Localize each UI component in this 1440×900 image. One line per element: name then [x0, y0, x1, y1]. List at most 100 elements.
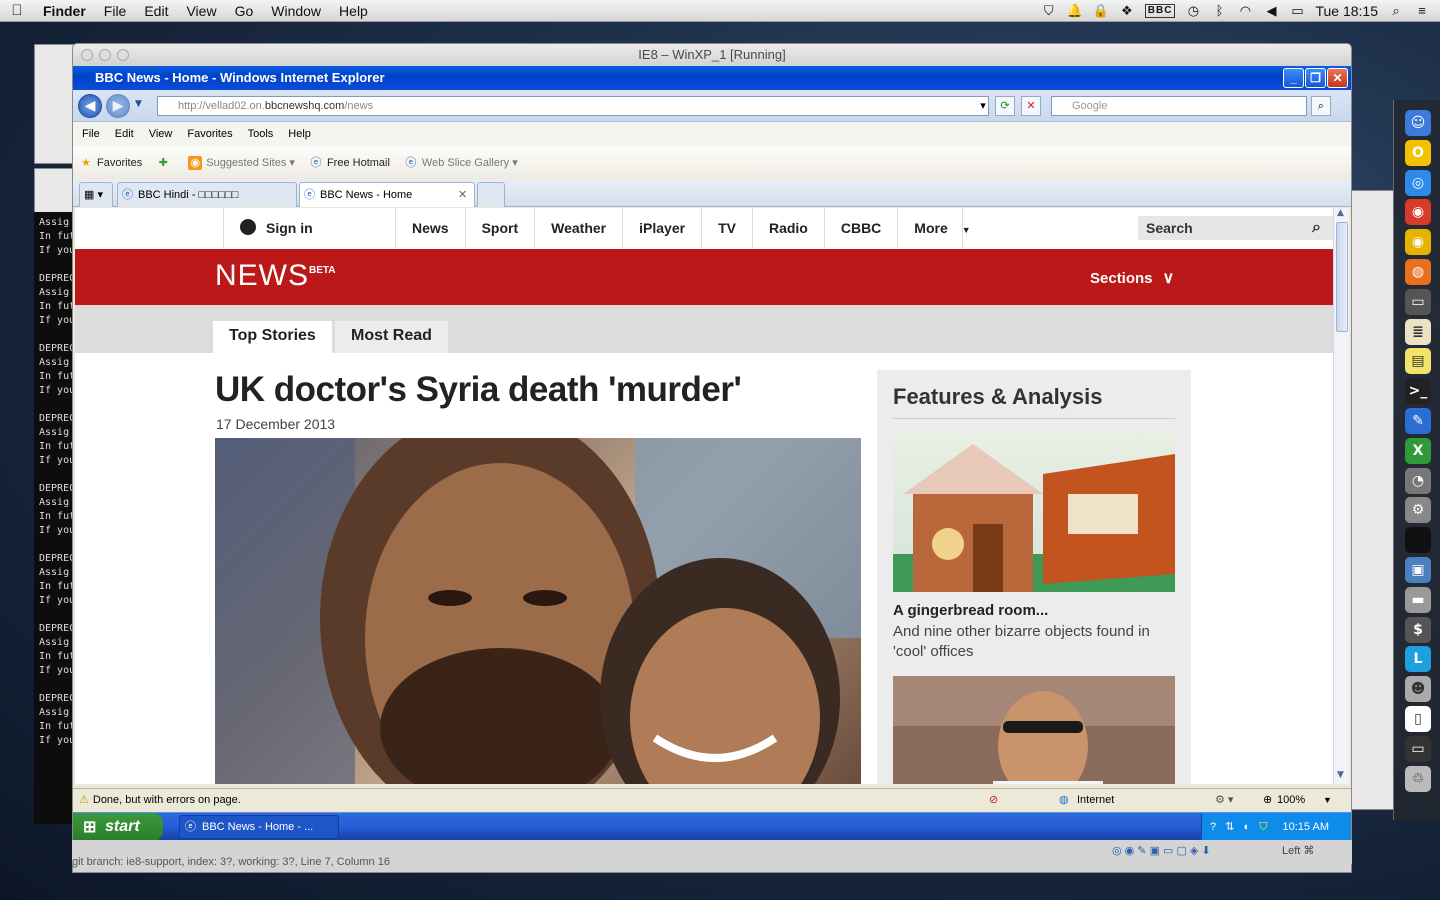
disk-utility-icon[interactable]: ▭: [1405, 288, 1431, 315]
stop-icon[interactable]: ✕: [1021, 96, 1041, 116]
bluetooth-icon[interactable]: ᛒ: [1211, 3, 1227, 18]
menubar-clock[interactable]: Tue 18:15: [1315, 3, 1378, 19]
news-logo[interactable]: NEWS: [215, 259, 309, 293]
finder-icon[interactable]: ☺: [1405, 110, 1431, 136]
time-machine-icon[interactable]: ◷: [1185, 3, 1201, 18]
url-input[interactable]: http://vellad02.on.bbcnewshq.com/news: [157, 96, 989, 116]
bbc-search-input[interactable]: Search ⌕: [1138, 216, 1333, 240]
menu-file[interactable]: File: [81, 128, 108, 140]
bell-icon[interactable]: 🔔: [1067, 3, 1083, 18]
nav-cbbc[interactable]: CBBC: [823, 208, 897, 248]
battery-icon[interactable]: ▭: [1289, 3, 1305, 18]
history-dropdown-icon[interactable]: ▼: [135, 99, 142, 109]
feature-title[interactable]: A gingerbread room...: [893, 602, 1048, 619]
spotlight-search-icon[interactable]: ⌕: [1388, 3, 1404, 18]
taskbar-item-ie[interactable]: ⓔ BBC News - Home - ...: [179, 815, 339, 839]
menu-file[interactable]: File: [95, 3, 136, 19]
xcode-icon[interactable]: ✎: [1405, 408, 1431, 434]
help-icon[interactable]: ?: [1210, 821, 1216, 833]
vbox-minimize-button[interactable]: [99, 49, 111, 61]
chrome-icon[interactable]: ◉: [1405, 199, 1431, 226]
lock-icon[interactable]: 🔒: [1093, 3, 1109, 18]
nav-more[interactable]: More ▼: [897, 208, 971, 248]
security-shield-icon[interactable]: ⛉: [1259, 821, 1267, 833]
bbc-menu-icon[interactable]: BBC: [1144, 3, 1176, 18]
screen-icon[interactable]: ▭: [1405, 735, 1431, 762]
forward-button[interactable]: ▶: [106, 94, 130, 118]
fav-web-slice-gallery[interactable]: ⓔ Web Slice Gallery ▾: [404, 156, 517, 170]
close-button[interactable]: ✕: [1327, 68, 1348, 88]
notes-icon[interactable]: ≣: [1405, 318, 1431, 345]
minimize-button[interactable]: _: [1283, 68, 1304, 88]
menu-finder[interactable]: Finder: [34, 3, 95, 19]
fav-suggested-sites[interactable]: ◉ Suggested Sites ▾: [188, 155, 295, 170]
money-icon[interactable]: $: [1405, 616, 1431, 643]
tab-most-read[interactable]: Most Read: [335, 321, 448, 353]
document-icon[interactable]: ▯: [1405, 706, 1431, 732]
menu-edit[interactable]: Edit: [114, 128, 142, 140]
scroll-up-icon[interactable]: ▲: [1337, 208, 1344, 218]
feature-image[interactable]: [893, 434, 1175, 592]
notification-list-icon[interactable]: ≡: [1414, 3, 1430, 18]
search-icon[interactable]: ⌕: [1312, 216, 1321, 240]
nav-iplayer[interactable]: iPlayer: [622, 208, 701, 248]
lync-icon[interactable]: L: [1405, 646, 1431, 673]
nav-tv[interactable]: TV: [701, 208, 752, 248]
settings-icon[interactable]: ⚙ ▾: [1215, 793, 1233, 806]
nav-radio[interactable]: Radio: [751, 208, 824, 248]
volume-icon[interactable]: ◀: [1263, 3, 1279, 18]
vbox-close-button[interactable]: [81, 49, 93, 61]
apple-menu-icon[interactable]: : [0, 2, 34, 19]
stickies-icon[interactable]: ▤: [1405, 348, 1431, 375]
protected-mode-icon[interactable]: ⊘: [989, 793, 998, 806]
scroll-thumb[interactable]: [1336, 222, 1348, 332]
favorites-button[interactable]: ★ Favorites: [79, 156, 142, 170]
vbox-guest-icon[interactable]: ◐: [1243, 821, 1250, 833]
menu-view[interactable]: View: [148, 128, 181, 140]
story-headline[interactable]: UK doctor's Syria death 'murder': [215, 370, 742, 410]
tab-bbc-hindi[interactable]: ⓔ BBC Hindi - □□□□□□: [117, 182, 297, 207]
vertical-scrollbar[interactable]: ▲ ▼: [1333, 208, 1349, 784]
menu-tools[interactable]: Tools: [247, 128, 282, 140]
warning-icon[interactable]: ⚠: [79, 793, 89, 806]
feature-image[interactable]: [893, 676, 1175, 784]
tab-top-stories[interactable]: Top Stories: [213, 321, 332, 353]
scroll-down-icon[interactable]: ▼: [1337, 770, 1344, 780]
safari-icon[interactable]: ◎: [1405, 169, 1431, 196]
opera-icon[interactable]: O: [1405, 139, 1431, 166]
nav-sport[interactable]: Sport: [464, 208, 535, 248]
menu-view[interactable]: View: [177, 3, 225, 19]
vbox-zoom-button[interactable]: [117, 49, 129, 61]
tray-clock[interactable]: 10:15 AM: [1283, 821, 1329, 833]
add-favorite-button[interactable]: ✚: [156, 156, 174, 170]
search-go-icon[interactable]: ⌕: [1311, 96, 1331, 116]
menu-edit[interactable]: Edit: [135, 3, 177, 19]
nav-news[interactable]: News: [395, 208, 465, 248]
trash-icon[interactable]: ♲: [1405, 765, 1431, 792]
terminal-icon[interactable]: >_: [1405, 378, 1431, 405]
sign-in-link[interactable]: Sign in: [223, 208, 395, 248]
story-image[interactable]: [215, 438, 861, 784]
network-icon[interactable]: ⇅: [1225, 821, 1234, 833]
dropbox-icon[interactable]: ❖: [1119, 3, 1135, 18]
fav-free-hotmail[interactable]: ⓔ Free Hotmail: [309, 156, 389, 170]
url-dropdown-icon[interactable]: ▾: [973, 97, 993, 115]
zoom-level[interactable]: 100%: [1277, 794, 1305, 806]
refresh-icon[interactable]: ⟳: [995, 96, 1015, 116]
new-tab-button[interactable]: [477, 182, 505, 207]
start-button[interactable]: ⊞ start: [73, 813, 163, 841]
wifi-icon[interactable]: ◠: [1237, 3, 1253, 18]
menu-help[interactable]: Help: [287, 128, 319, 140]
restore-button[interactable]: ❐: [1305, 68, 1326, 88]
blank-icon[interactable]: [1405, 527, 1431, 554]
zoom-icon[interactable]: ⊕: [1263, 793, 1272, 806]
back-button[interactable]: ◀: [78, 94, 102, 118]
menu-favorites[interactable]: Favorites: [186, 128, 240, 140]
activity-monitor-icon[interactable]: ◔: [1405, 467, 1431, 494]
zoom-dropdown-icon[interactable]: ▼: [1323, 795, 1332, 805]
automator-icon[interactable]: ☻: [1405, 676, 1431, 703]
chrome-canary-icon[interactable]: ◉: [1405, 229, 1431, 256]
keynote-icon[interactable]: ▬: [1405, 586, 1431, 613]
system-preferences-icon[interactable]: ⚙: [1405, 497, 1431, 524]
virtualbox-icon[interactable]: ▣: [1405, 557, 1431, 583]
